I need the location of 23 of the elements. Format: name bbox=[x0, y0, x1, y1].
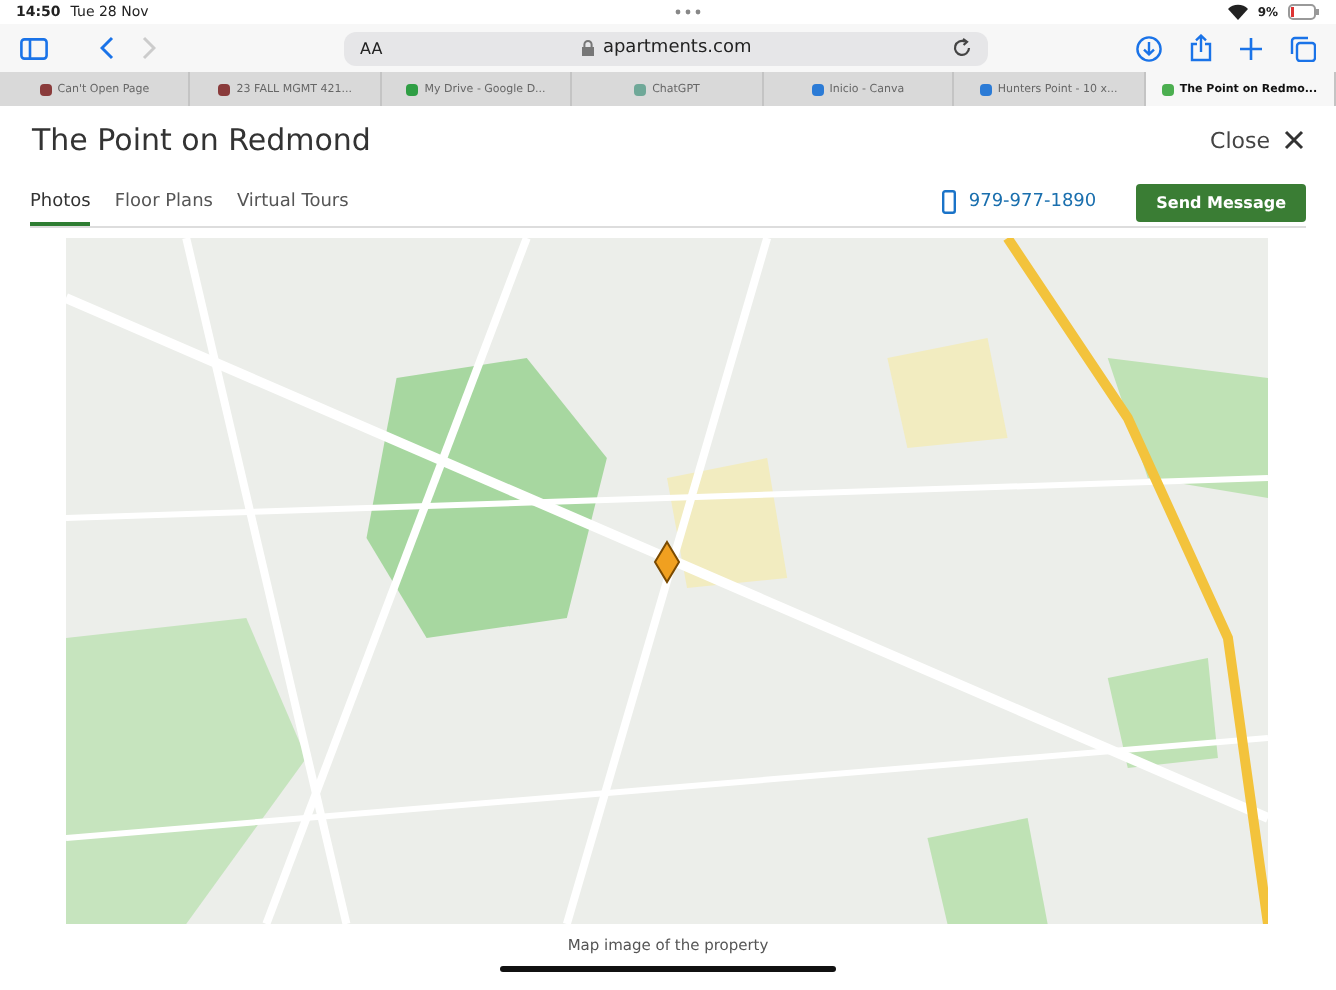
page-tab[interactable]: Floor Plans bbox=[114, 180, 213, 226]
reload-icon[interactable] bbox=[952, 38, 973, 58]
tabs-overview-icon[interactable] bbox=[1290, 35, 1316, 61]
phone-icon bbox=[942, 190, 957, 214]
text-size-button[interactable]: AA bbox=[360, 39, 383, 57]
plus-icon[interactable] bbox=[1240, 37, 1262, 59]
back-icon[interactable] bbox=[100, 36, 114, 60]
address-bar[interactable]: AA apartments.com bbox=[344, 31, 988, 65]
wifi-icon bbox=[1227, 4, 1248, 20]
battery-icon bbox=[1288, 4, 1320, 20]
address-text: apartments.com bbox=[602, 38, 752, 58]
more-dots-icon bbox=[674, 8, 703, 16]
property-title: The Point on Redmond bbox=[32, 122, 373, 158]
share-icon[interactable] bbox=[1190, 34, 1212, 62]
phone-link[interactable]: 979-977-1890 bbox=[968, 192, 1097, 212]
download-icon[interactable] bbox=[1136, 35, 1162, 61]
close-button[interactable]: Close bbox=[1210, 127, 1304, 153]
lock-icon bbox=[582, 40, 595, 56]
send-message-button[interactable]: Send Message bbox=[1136, 183, 1306, 221]
page-tab[interactable]: Photos bbox=[30, 180, 91, 226]
close-icon bbox=[1284, 130, 1304, 150]
page-tab[interactable]: Virtual Tours bbox=[236, 180, 349, 226]
sidebar-icon[interactable] bbox=[20, 37, 48, 59]
